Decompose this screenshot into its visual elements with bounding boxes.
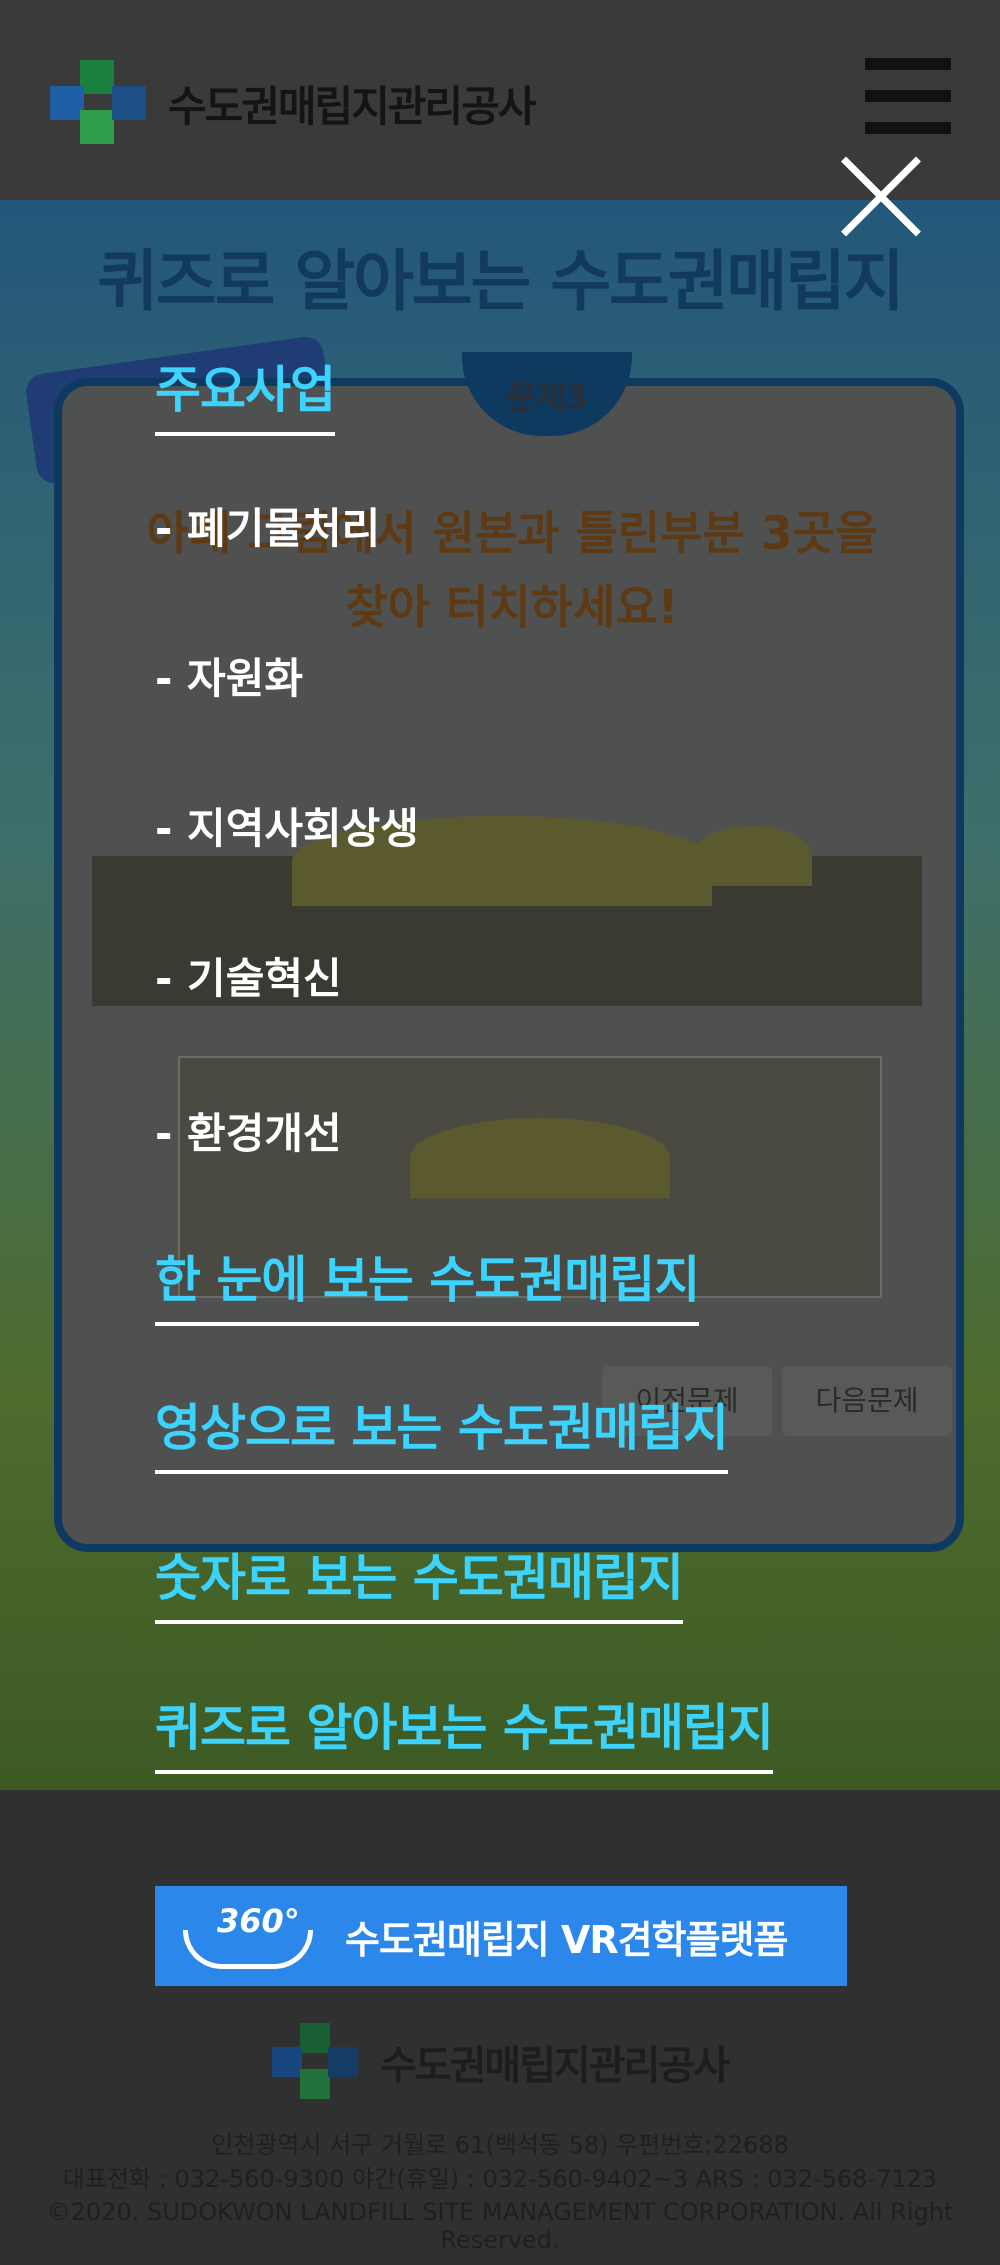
menu-quiz[interactable]: 퀴즈로 알아보는 수도권매립지: [155, 1688, 774, 1774]
menu-item-environment[interactable]: - 환경개선: [155, 1100, 342, 1161]
menu-video[interactable]: 영상으로 보는 수도권매립지: [155, 1388, 729, 1474]
menu-item-community[interactable]: - 지역사회상생: [155, 795, 419, 856]
menu-main-business[interactable]: 주요사업: [155, 350, 336, 436]
menu-item-waste-treatment[interactable]: - 폐기물처리: [155, 495, 380, 556]
close-icon[interactable]: [838, 155, 924, 241]
menu-numbers[interactable]: 숫자로 보는 수도권매립지: [155, 1538, 684, 1624]
menu-overlay: 주요사업 - 폐기물처리 - 자원화 - 지역사회상생 - 기술혁신 - 환경개…: [0, 0, 1000, 2265]
menu-item-recycling[interactable]: - 자원화: [155, 645, 303, 706]
menu-item-tech-innovation[interactable]: - 기술혁신: [155, 945, 342, 1006]
menu-overview[interactable]: 한 눈에 보는 수도권매립지: [155, 1240, 700, 1326]
hamburger-menu-icon[interactable]: [865, 58, 951, 136]
